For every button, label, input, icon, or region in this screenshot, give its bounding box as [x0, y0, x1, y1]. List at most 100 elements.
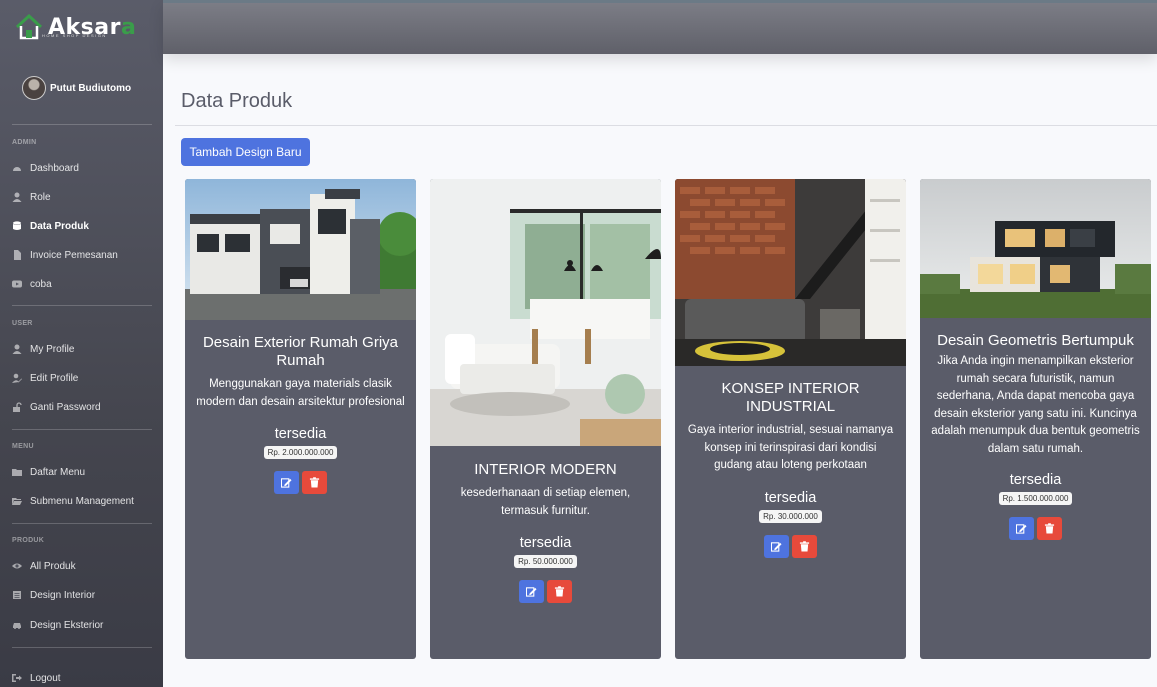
- delete-button[interactable]: [302, 471, 327, 494]
- product-card: Desain Geometris Bertumpuk Jika Anda ing…: [920, 179, 1151, 659]
- product-image: [185, 179, 416, 320]
- sidebar-item-design-eksterior[interactable]: Design Eksterior: [12, 616, 103, 634]
- product-status: tersedia: [274, 426, 327, 442]
- sidebar-divider: [12, 124, 152, 125]
- edit-button[interactable]: [764, 534, 789, 558]
- sidebar-item-label: Design Eksterior: [30, 619, 104, 631]
- sidebar-item-label: My Profile: [30, 343, 75, 355]
- product-image: [920, 179, 1151, 318]
- folder-open-icon: [12, 496, 22, 506]
- sidebar-divider: [12, 429, 152, 430]
- edit-icon: [1016, 524, 1027, 534]
- product-title: Desain Geometris Bertumpuk: [937, 332, 1134, 349]
- edit-icon: [771, 541, 782, 552]
- sidebar-item-label: Daftar Menu: [30, 466, 86, 478]
- youtube-icon: [12, 279, 22, 289]
- topbar: [163, 0, 1157, 54]
- sidebar-item-dashboard[interactable]: Dashboard: [12, 159, 79, 177]
- brand-logo[interactable]: Aksara: [14, 6, 136, 48]
- user-icon: [12, 344, 22, 354]
- heading-produk: PRODUK: [12, 537, 45, 544]
- product-description: Gaya interior industrial, sesuai namanya…: [687, 424, 894, 471]
- sidebar-item-design-interior[interactable]: Design Interior: [12, 586, 95, 604]
- sidebar-item-edit-profile[interactable]: Edit Profile: [12, 369, 78, 387]
- house-logo-icon: [15, 13, 43, 40]
- price-badge: Rp. 2.000.000.000: [263, 446, 338, 459]
- sidebar-item-label: Dashboard: [30, 162, 79, 174]
- user-profile[interactable]: Putut Budiutomo: [22, 76, 131, 100]
- sidebar-item-all-produk[interactable]: All Produk: [12, 557, 76, 575]
- delete-button[interactable]: [547, 580, 572, 603]
- price-badge: Rp. 1.500.000.000: [998, 492, 1073, 505]
- product-status: tersedia: [764, 489, 817, 506]
- user-edit-icon: [12, 373, 22, 383]
- sidebar-item-label: Data Produk: [30, 220, 89, 232]
- sidebar-divider: [12, 305, 152, 306]
- sidebar-item-label: Invoice Pemesanan: [30, 249, 118, 261]
- edit-button[interactable]: [519, 580, 544, 603]
- sidebar-item-coba[interactable]: coba: [12, 275, 52, 293]
- user-name: Putut Budiutomo: [50, 82, 132, 94]
- sidebar-item-label: Ganti Password: [30, 401, 101, 413]
- sidebar-item-label: Logout: [30, 672, 61, 684]
- sign-out-icon: [12, 673, 22, 683]
- product-image: [675, 179, 906, 366]
- sidebar-item-label: coba: [30, 278, 52, 290]
- sidebar-item-label: All Produk: [30, 560, 76, 572]
- trash-icon: [799, 540, 810, 552]
- sidebar-item-invoice[interactable]: Invoice Pemesanan: [12, 246, 118, 264]
- brand-tagline: HOME SHOP DESIGN: [42, 33, 107, 38]
- folder-icon: [12, 467, 22, 477]
- page-title: Data Produk: [181, 90, 293, 112]
- product-status: tersedia: [1009, 472, 1062, 488]
- price-badge: Rp. 50.000.000: [514, 555, 577, 568]
- car-icon: [12, 620, 22, 630]
- sidebar-item-label: Edit Profile: [30, 372, 79, 384]
- price-badge: Rp. 30.000.000: [759, 509, 822, 523]
- sidebar-item-label: Role: [30, 191, 51, 203]
- file-icon: [12, 250, 22, 260]
- sidebar-divider: [12, 647, 152, 648]
- heading-admin: ADMIN: [12, 139, 37, 146]
- unlock-icon: [12, 402, 22, 412]
- sidebar-item-data-produk[interactable]: Data Produk: [12, 217, 89, 235]
- trash-icon: [1044, 523, 1055, 534]
- product-title: INTERIOR MODERN: [474, 461, 617, 478]
- sidebar-divider: [12, 523, 152, 524]
- trash-icon: [309, 477, 320, 488]
- heading-user: USER: [12, 320, 33, 327]
- sidebar-item-logout[interactable]: Logout: [12, 669, 61, 687]
- sidebar-item-label: Submenu Management: [30, 495, 134, 507]
- sidebar: Aksara HOME SHOP DESIGN Putut Budiutomo …: [0, 0, 163, 687]
- delete-button[interactable]: [792, 534, 817, 558]
- product-card: Desain Exterior Rumah Griya Rumah Menggu…: [185, 179, 416, 659]
- product-card: KONSEP INTERIOR INDUSTRIAL Gaya interior…: [675, 179, 906, 659]
- user-secret-icon: [12, 192, 22, 202]
- dashboard-icon: [12, 163, 22, 173]
- sidebar-item-submenu-management[interactable]: Submenu Management: [12, 492, 134, 510]
- eye-icon: [12, 561, 22, 571]
- sidebar-item-role[interactable]: Role: [12, 188, 51, 206]
- product-description: kesederhanaan di setiap elemen, termasuk…: [460, 487, 631, 517]
- product-title: KONSEP INTERIOR INDUSTRIAL: [721, 380, 860, 415]
- product-description: Menggunakan gaya materials clasik modern…: [196, 378, 405, 408]
- edit-button[interactable]: [1009, 517, 1034, 540]
- product-title: Desain Exterior Rumah Griya Rumah: [202, 334, 399, 369]
- title-divider: [175, 125, 1157, 126]
- avatar: [22, 76, 46, 100]
- trash-icon: [554, 586, 565, 597]
- product-image: [430, 179, 661, 446]
- sidebar-item-ganti-password[interactable]: Ganti Password: [12, 398, 101, 416]
- product-card: INTERIOR MODERN kesederhanaan di setiap …: [430, 179, 661, 659]
- sidebar-item-daftar-menu[interactable]: Daftar Menu: [12, 463, 85, 481]
- list-icon: [12, 590, 22, 600]
- database-icon: [12, 221, 22, 231]
- product-description: Jika Anda ingin menampilkan eksterior ru…: [931, 355, 1140, 455]
- edit-icon: [526, 587, 537, 597]
- sidebar-item-my-profile[interactable]: My Profile: [12, 340, 74, 358]
- edit-button[interactable]: [274, 471, 299, 494]
- heading-menu: MENU: [12, 443, 34, 450]
- delete-button[interactable]: [1037, 517, 1062, 540]
- add-design-button[interactable]: Tambah Design Baru: [181, 138, 310, 166]
- edit-icon: [281, 478, 292, 488]
